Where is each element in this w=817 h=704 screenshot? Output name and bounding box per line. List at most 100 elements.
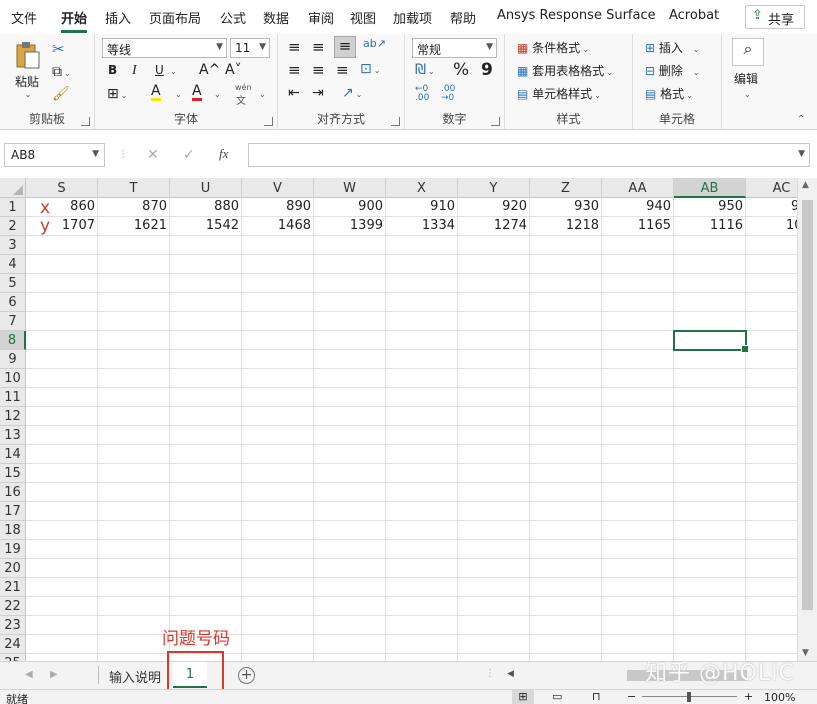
- merge-center-icon[interactable]: ⊡ ⌄: [360, 61, 380, 77]
- underline-button[interactable]: U: [155, 63, 164, 77]
- row-header-12[interactable]: 12: [0, 407, 26, 426]
- column-header-v[interactable]: V: [242, 178, 314, 198]
- row-header-3[interactable]: 3: [0, 236, 26, 255]
- row-header-1[interactable]: 1: [0, 198, 26, 217]
- format-cells-button[interactable]: ▤ 格式 ⌄: [645, 85, 693, 102]
- increase-decimal-icon[interactable]: ←0.00: [415, 85, 429, 103]
- decrease-indent-icon[interactable]: ⇤: [288, 85, 300, 101]
- worksheet-grid[interactable]: S T U V W X Y Z AA AB AC 1 2 3 4 5 6 7 8 9 10 11 12…: [0, 178, 797, 661]
- tab-scroll-left-icon[interactable]: ◀: [25, 669, 33, 680]
- wrap-orientation-icon[interactable]: ab↗: [363, 37, 386, 50]
- conditional-format-button[interactable]: ▦ 条件格式 ⌄: [517, 39, 589, 56]
- vertical-scrollbar[interactable]: ▲ ▼: [797, 178, 817, 661]
- cell-ab2[interactable]: 1116: [674, 218, 746, 237]
- row-header-2[interactable]: 2: [0, 217, 26, 236]
- cell-t2[interactable]: 1621: [98, 218, 170, 237]
- menu-data[interactable]: 数据: [263, 8, 289, 27]
- increase-indent-icon[interactable]: ⇥: [312, 85, 324, 101]
- copy-icon[interactable]: ⧉ ⌄: [52, 64, 71, 80]
- scroll-up-icon[interactable]: ▲: [802, 180, 809, 190]
- normal-view-icon[interactable]: ⊞: [512, 690, 534, 704]
- font-launcher-icon[interactable]: [264, 117, 273, 126]
- column-header-ab[interactable]: AB: [674, 178, 746, 198]
- format-as-table-button[interactable]: ▦ 套用表格格式 ⌄: [517, 62, 613, 79]
- row-header-23[interactable]: 23: [0, 616, 26, 635]
- cell-u1[interactable]: 880: [170, 199, 242, 218]
- cell-v2[interactable]: 1468: [242, 218, 314, 237]
- fill-color-button[interactable]: A: [151, 84, 161, 101]
- row-header-17[interactable]: 17: [0, 502, 26, 521]
- menu-acrobat[interactable]: Acrobat: [669, 8, 719, 23]
- align-middle-icon[interactable]: ≡: [312, 38, 325, 56]
- chevron-down-icon[interactable]: ▼: [798, 149, 805, 159]
- row-header-19[interactable]: 19: [0, 540, 26, 559]
- name-box[interactable]: AB8 ▼: [4, 143, 105, 167]
- chevron-down-icon[interactable]: ⌄: [742, 86, 751, 100]
- row-header-6[interactable]: 6: [0, 293, 26, 312]
- paste-button[interactable]: 粘贴 ⌄: [10, 40, 44, 99]
- row-header-18[interactable]: 18: [0, 521, 26, 540]
- menu-formulas[interactable]: 公式: [220, 8, 246, 27]
- menu-help[interactable]: 帮助: [450, 8, 476, 27]
- active-cell-ab8[interactable]: [673, 330, 749, 353]
- enter-icon[interactable]: ✓: [183, 147, 195, 163]
- zoom-slider-thumb[interactable]: [687, 692, 691, 702]
- row-header-9[interactable]: 9: [0, 350, 26, 369]
- font-name-select[interactable]: 等线 ▼: [102, 38, 227, 58]
- comma-style-button[interactable]: 9: [481, 60, 493, 80]
- row-header-7[interactable]: 7: [0, 312, 26, 331]
- cell-w2[interactable]: 1399: [314, 218, 386, 237]
- chevron-down-icon[interactable]: ⌄: [173, 86, 182, 100]
- row-header-15[interactable]: 15: [0, 464, 26, 483]
- number-launcher-icon[interactable]: [491, 117, 500, 126]
- row-header-4[interactable]: 4: [0, 255, 26, 274]
- page-layout-view-icon[interactable]: ▭: [552, 690, 562, 703]
- share-button[interactable]: ⇪ 共享: [745, 5, 805, 29]
- align-left-icon[interactable]: ≡: [288, 61, 301, 79]
- cell-styles-button[interactable]: ▤ 单元格样式 ⌄: [517, 85, 601, 102]
- row-header-21[interactable]: 21: [0, 578, 26, 597]
- row-header-16[interactable]: 16: [0, 483, 26, 502]
- format-painter-icon[interactable]: 🖌: [52, 86, 70, 102]
- menu-addins[interactable]: 加载项: [393, 8, 432, 27]
- chevron-down-icon[interactable]: ⌄: [212, 86, 221, 100]
- menu-review[interactable]: 审阅: [308, 8, 334, 27]
- row-header-10[interactable]: 10: [0, 369, 26, 388]
- menu-insert[interactable]: 插入: [105, 8, 131, 27]
- column-header-s[interactable]: S: [26, 178, 98, 198]
- column-header-aa[interactable]: AA: [602, 178, 674, 198]
- tab-scroll-right-icon[interactable]: ▶: [50, 669, 58, 680]
- borders-icon[interactable]: ⊞ ⌄: [107, 86, 127, 102]
- bold-button[interactable]: B: [108, 63, 117, 77]
- cell-s1[interactable]: 860: [26, 199, 98, 218]
- cell-z2[interactable]: 1218: [530, 218, 602, 237]
- shrink-font-button[interactable]: A˅: [225, 62, 242, 78]
- row-header-11[interactable]: 11: [0, 388, 26, 407]
- row-header-24[interactable]: 24: [0, 635, 26, 654]
- sheet-tab-instructions[interactable]: 输入说明: [102, 662, 168, 688]
- cell-s2[interactable]: 1707: [26, 218, 98, 237]
- menu-view[interactable]: 视图: [350, 8, 376, 27]
- font-size-select[interactable]: 11 ▼: [230, 38, 270, 58]
- cell-v1[interactable]: 890: [242, 199, 314, 218]
- column-header-w[interactable]: W: [314, 178, 386, 198]
- cell-y1[interactable]: 920: [458, 199, 530, 218]
- delete-cells-button[interactable]: ⊟ 删除 ⌄: [645, 62, 700, 79]
- cancel-icon[interactable]: ✕: [147, 147, 159, 163]
- zoom-out-button[interactable]: −: [627, 690, 636, 703]
- row-header-14[interactable]: 14: [0, 445, 26, 464]
- percent-button[interactable]: %: [453, 60, 469, 80]
- select-all-corner[interactable]: [0, 178, 26, 198]
- orientation-icon[interactable]: ↗ ⌄: [342, 85, 362, 101]
- column-header-ac[interactable]: AC: [746, 178, 797, 198]
- chevron-down-icon[interactable]: ⌄: [257, 86, 266, 100]
- menu-ansys[interactable]: Ansys Response Surface: [497, 8, 656, 23]
- collapse-ribbon-icon[interactable]: ⌃: [797, 114, 805, 125]
- clipboard-launcher-icon[interactable]: [81, 117, 90, 126]
- row-header-20[interactable]: 20: [0, 559, 26, 578]
- vertical-scroll-thumb[interactable]: [802, 200, 813, 610]
- formula-input[interactable]: ▼: [248, 143, 810, 167]
- cell-u2[interactable]: 1542: [170, 218, 242, 237]
- cell-aa1[interactable]: 940: [602, 199, 674, 218]
- cell-aa2[interactable]: 1165: [602, 218, 674, 237]
